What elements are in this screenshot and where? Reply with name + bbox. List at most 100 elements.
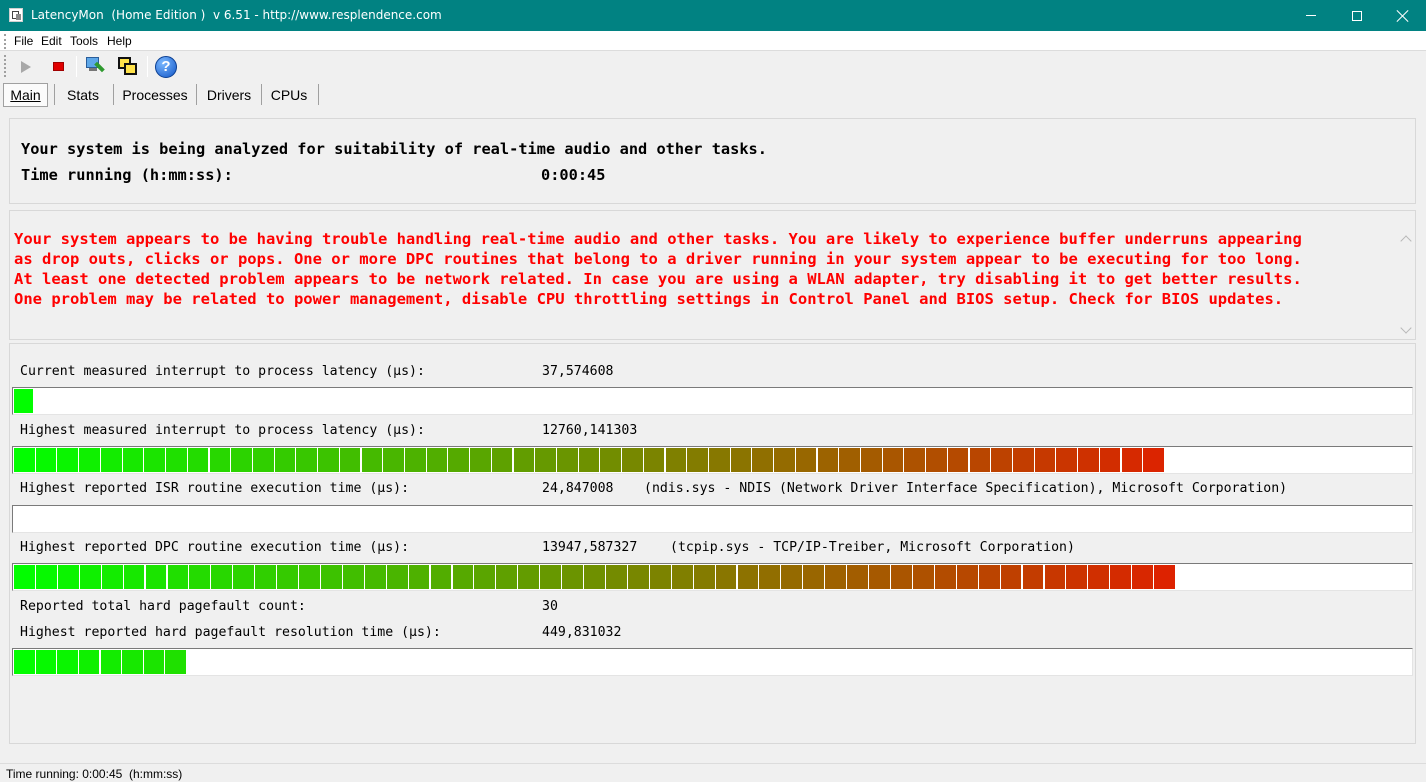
bar-segment	[584, 565, 605, 589]
bar-segment	[991, 448, 1012, 472]
help-button[interactable]: ?	[153, 54, 179, 79]
dpc-time-value: 13947,587327	[542, 540, 638, 555]
bar-segment	[296, 448, 317, 472]
warning-message-panel[interactable]: Your system appears to be having trouble…	[9, 210, 1416, 340]
menu-bar: File Edit Tools Help	[0, 31, 1426, 51]
status-text: Time running: 0:00:45 (h:mm:ss)	[6, 767, 183, 781]
bar-segment	[578, 448, 600, 472]
monitor-button[interactable]	[82, 54, 108, 79]
title-bar: LatencyMon (Home Edition ) v 6.51 - http…	[0, 0, 1426, 31]
tab-drivers-label: Drivers	[206, 87, 252, 103]
bar-segment	[79, 565, 101, 589]
bar-segment	[861, 448, 882, 472]
close-button[interactable]	[1380, 0, 1426, 31]
bar-segment	[1154, 565, 1175, 589]
highest-latency-value: 12760,141303	[542, 423, 638, 438]
tab-strip: Main Stats Processes Drivers CPUs	[0, 81, 1426, 108]
app-icon[interactable]	[9, 8, 23, 22]
pagefault-time-value: 449,831032	[542, 625, 622, 640]
bar-segment	[947, 448, 969, 472]
bar-segment	[649, 565, 671, 589]
play-icon	[21, 60, 31, 73]
bar-segment	[535, 448, 556, 472]
bar-segment	[361, 448, 383, 472]
tab-processes-label: Processes	[122, 87, 188, 103]
bar-segment	[342, 565, 364, 589]
bar-segment	[100, 650, 122, 674]
bar-segment	[143, 650, 165, 674]
bar-segment	[839, 448, 860, 472]
bar-segment	[339, 448, 361, 472]
bar-segment	[737, 565, 759, 589]
pagefault-time-bar-fill	[14, 650, 187, 674]
menu-file[interactable]: File	[14, 34, 33, 48]
bar-segment	[255, 565, 277, 589]
bar-segment	[1022, 565, 1044, 589]
window-title: LatencyMon (Home Edition ) v 6.51 - http…	[31, 8, 442, 22]
bar-segment	[57, 565, 79, 589]
bar-segment	[969, 448, 991, 472]
bar-segment	[426, 448, 448, 472]
current-latency-value: 37,574608	[542, 364, 614, 379]
toolbar-separator	[76, 56, 77, 77]
warning-line: Your system appears to be having trouble…	[14, 230, 1302, 248]
bar-segment	[233, 565, 255, 589]
bar-segment	[869, 565, 890, 589]
menu-tools[interactable]: Tools	[70, 34, 98, 48]
menu-edit[interactable]: Edit	[41, 34, 62, 48]
bar-segment	[187, 448, 209, 472]
bar-segment	[491, 448, 513, 472]
maximize-icon	[1352, 10, 1362, 21]
toolbar-grip[interactable]	[4, 55, 6, 77]
bar-segment	[299, 565, 320, 589]
bar-segment	[211, 565, 233, 589]
tab-cpus[interactable]: CPUs	[264, 83, 314, 107]
bar-segment	[318, 448, 339, 472]
close-icon	[1397, 10, 1409, 22]
current-latency-label: Current measured interrupt to process la…	[20, 364, 425, 379]
highest-latency-label: Highest measured interrupt to process la…	[20, 423, 425, 438]
bar-segment	[926, 448, 947, 472]
bar-segment	[600, 448, 622, 472]
bar-segment	[1099, 448, 1121, 472]
bar-segment	[189, 565, 211, 589]
bar-segment	[408, 565, 430, 589]
scroll-up-icon[interactable]	[1400, 235, 1412, 247]
menu-help[interactable]: Help	[107, 34, 132, 48]
bar-segment	[1121, 448, 1143, 472]
bar-segment	[956, 565, 978, 589]
bar-segment	[100, 448, 122, 472]
bar-segment	[383, 448, 404, 472]
bar-segment	[452, 565, 474, 589]
bar-segment	[882, 448, 904, 472]
bar-segment	[57, 650, 78, 674]
windows-icon	[118, 56, 138, 77]
bar-segment	[496, 565, 518, 589]
stop-button[interactable]	[45, 54, 71, 79]
bar-segment	[165, 650, 186, 674]
scroll-down-icon[interactable]	[1400, 322, 1412, 334]
analysis-header-panel: Your system is being analyzed for suitab…	[9, 118, 1416, 204]
start-button[interactable]	[13, 54, 39, 79]
bar-segment	[622, 448, 643, 472]
pagefault-time-label: Highest reported hard pagefault resoluti…	[20, 625, 441, 640]
bar-segment	[145, 565, 167, 589]
bar-segment	[14, 565, 35, 589]
maximize-button[interactable]	[1334, 0, 1380, 31]
bar-segment	[14, 389, 33, 413]
menubar-grip[interactable]	[4, 34, 6, 49]
tab-processes[interactable]: Processes	[117, 83, 193, 107]
message-scrollbar[interactable]	[1399, 212, 1414, 338]
bar-segment	[795, 448, 817, 472]
windows-button[interactable]	[115, 54, 141, 79]
bar-segment	[474, 565, 496, 589]
bar-segment	[1066, 565, 1088, 589]
minimize-button[interactable]	[1288, 0, 1334, 31]
bar-segment	[78, 650, 100, 674]
bar-segment	[752, 448, 774, 472]
tab-main[interactable]: Main	[3, 83, 48, 107]
tab-drivers[interactable]: Drivers	[199, 83, 259, 107]
tab-separator	[318, 84, 319, 105]
bar-segment	[1034, 448, 1056, 472]
tab-stats[interactable]: Stats	[57, 83, 109, 107]
